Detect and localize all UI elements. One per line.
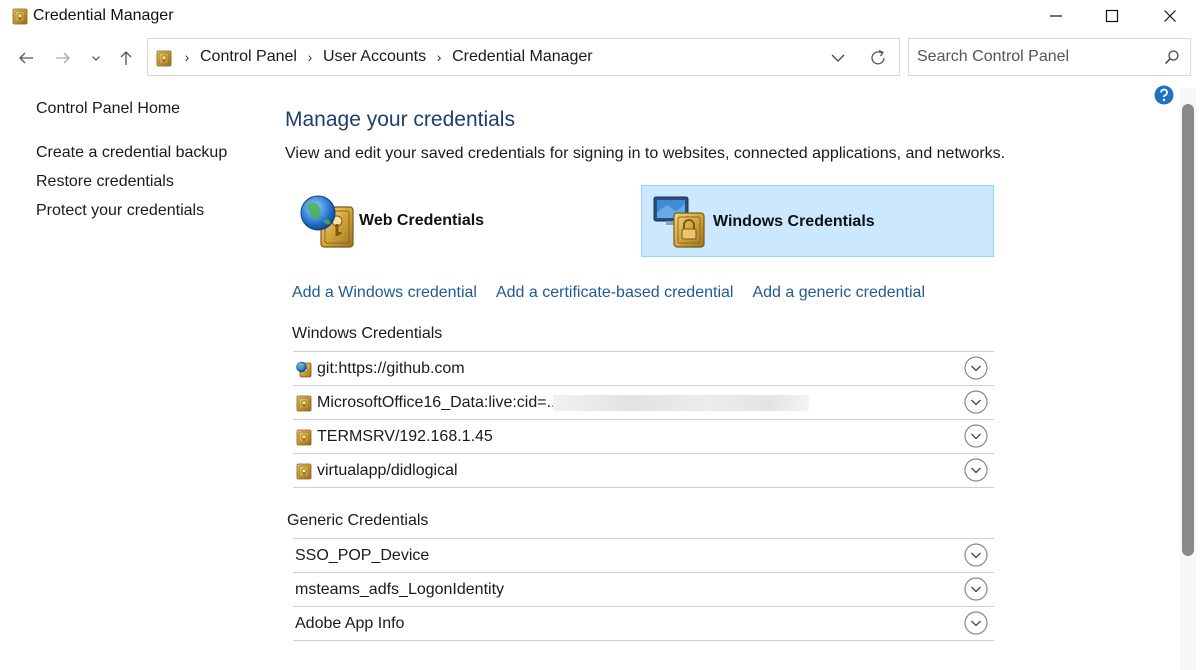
add-windows-credential-link[interactable]: Add a Windows credential [292, 284, 477, 302]
expand-chevron-icon[interactable] [964, 424, 988, 448]
vault-icon [296, 462, 312, 480]
breadcrumb-separator-icon[interactable]: › [178, 49, 196, 65]
expand-chevron-icon[interactable] [964, 611, 988, 635]
web-credentials-icon [300, 195, 354, 248]
window-title: Credential Manager [33, 7, 174, 24]
minimize-button[interactable] [1028, 0, 1084, 32]
add-generic-credential-link[interactable]: Add a generic credential [752, 284, 925, 302]
forward-button[interactable] [51, 46, 75, 70]
tab-web-credentials-label: Web Credentials [359, 212, 485, 229]
list-item[interactable]: virtualapp/didlogical [293, 454, 994, 488]
credential-name: SSO_POP_Device [295, 546, 430, 564]
tab-windows-credentials[interactable]: Windows Credentials [641, 185, 994, 257]
credential-name: TERMSRV/192.168.1.45 [317, 427, 493, 445]
expand-chevron-icon[interactable] [964, 390, 988, 414]
close-button[interactable] [1142, 0, 1198, 32]
list-item[interactable]: SSO_POP_Device [293, 539, 994, 573]
credential-vault-icon [12, 7, 28, 25]
generic-credentials-list: SSO_POP_Device msteams_adfs_LogonIdentit… [293, 538, 994, 641]
breadcrumb: › Control Panel › User Accounts › Creden… [178, 48, 597, 66]
list-item[interactable]: Adobe App Info [293, 607, 994, 641]
title-bar: Credential Manager [0, 0, 1200, 32]
page-description: View and edit your saved credentials for… [285, 145, 1006, 162]
forward-arrow-icon [56, 52, 70, 64]
navigation-bar: › Control Panel › User Accounts › Creden… [0, 36, 1200, 80]
sidebar-link-create-backup[interactable]: Create a credential backup [36, 144, 256, 162]
credential-name: Adobe App Info [295, 614, 405, 632]
breadcrumb-credential-manager[interactable]: Credential Manager [448, 48, 597, 66]
add-credential-links: Add a Windows credential Add a certifica… [292, 284, 944, 302]
search-box[interactable] [908, 38, 1191, 76]
sidebar: Control Panel Home Create a credential b… [36, 100, 256, 220]
up-arrow-icon [120, 51, 132, 65]
search-icon[interactable] [1164, 49, 1180, 65]
expand-chevron-icon[interactable] [964, 543, 988, 567]
breadcrumb-separator-icon[interactable]: › [430, 49, 448, 65]
breadcrumb-separator-icon[interactable]: › [301, 49, 319, 65]
credential-name: msteams_adfs_LogonIdentity [295, 580, 505, 598]
recent-dropdown-icon [92, 56, 100, 61]
help-icon[interactable] [1154, 85, 1174, 105]
address-bar[interactable]: › Control Panel › User Accounts › Creden… [147, 38, 900, 76]
refresh-icon[interactable] [868, 48, 888, 68]
scrollbar-thumb[interactable] [1182, 104, 1194, 556]
list-item[interactable]: git:https://github.com [293, 352, 994, 386]
up-button[interactable] [114, 46, 138, 70]
redacted-blur [553, 395, 809, 411]
recent-locations-button[interactable] [84, 46, 108, 70]
credential-name: virtualapp/didlogical [317, 461, 458, 479]
vault-icon [296, 428, 312, 446]
credential-name: MicrosoftOffice16_Data:live:cid=... [317, 393, 560, 411]
windows-credentials-icon [653, 196, 705, 248]
globe-vault-icon [296, 360, 312, 378]
expand-chevron-icon[interactable] [964, 356, 988, 380]
sidebar-link-restore-credentials[interactable]: Restore credentials [36, 173, 256, 191]
breadcrumb-control-panel[interactable]: Control Panel [196, 48, 301, 66]
breadcrumb-user-accounts[interactable]: User Accounts [319, 48, 430, 66]
expand-chevron-icon[interactable] [964, 577, 988, 601]
address-history-chevron-icon[interactable] [828, 49, 848, 67]
search-input[interactable] [909, 39, 1157, 75]
close-icon [1164, 10, 1176, 22]
list-item[interactable]: MicrosoftOffice16_Data:live:cid=... [293, 386, 994, 420]
generic-credentials-heading: Generic Credentials [287, 512, 429, 529]
sidebar-link-protect-credentials[interactable]: Protect your credentials [36, 202, 256, 220]
maximize-icon [1105, 9, 1119, 23]
page-title: Manage your credentials [285, 108, 515, 131]
back-button[interactable] [14, 46, 38, 70]
back-arrow-icon [19, 52, 33, 64]
windows-credentials-heading: Windows Credentials [292, 325, 443, 342]
minimize-icon [1050, 15, 1062, 17]
sidebar-link-control-panel-home[interactable]: Control Panel Home [36, 100, 256, 118]
list-item[interactable]: msteams_adfs_LogonIdentity [293, 573, 994, 607]
list-item[interactable]: TERMSRV/192.168.1.45 [293, 420, 994, 454]
vault-icon [296, 394, 312, 412]
expand-chevron-icon[interactable] [964, 458, 988, 482]
tab-web-credentials[interactable]: Web Credentials [293, 185, 633, 257]
credential-name: git:https://github.com [317, 359, 465, 377]
windows-credentials-list: git:https://github.com MicrosoftOffice16… [293, 351, 994, 488]
control-panel-icon [156, 49, 172, 67]
maximize-button[interactable] [1084, 0, 1140, 32]
tab-windows-credentials-label: Windows Credentials [713, 213, 875, 230]
add-certificate-credential-link[interactable]: Add a certificate-based credential [496, 284, 733, 302]
